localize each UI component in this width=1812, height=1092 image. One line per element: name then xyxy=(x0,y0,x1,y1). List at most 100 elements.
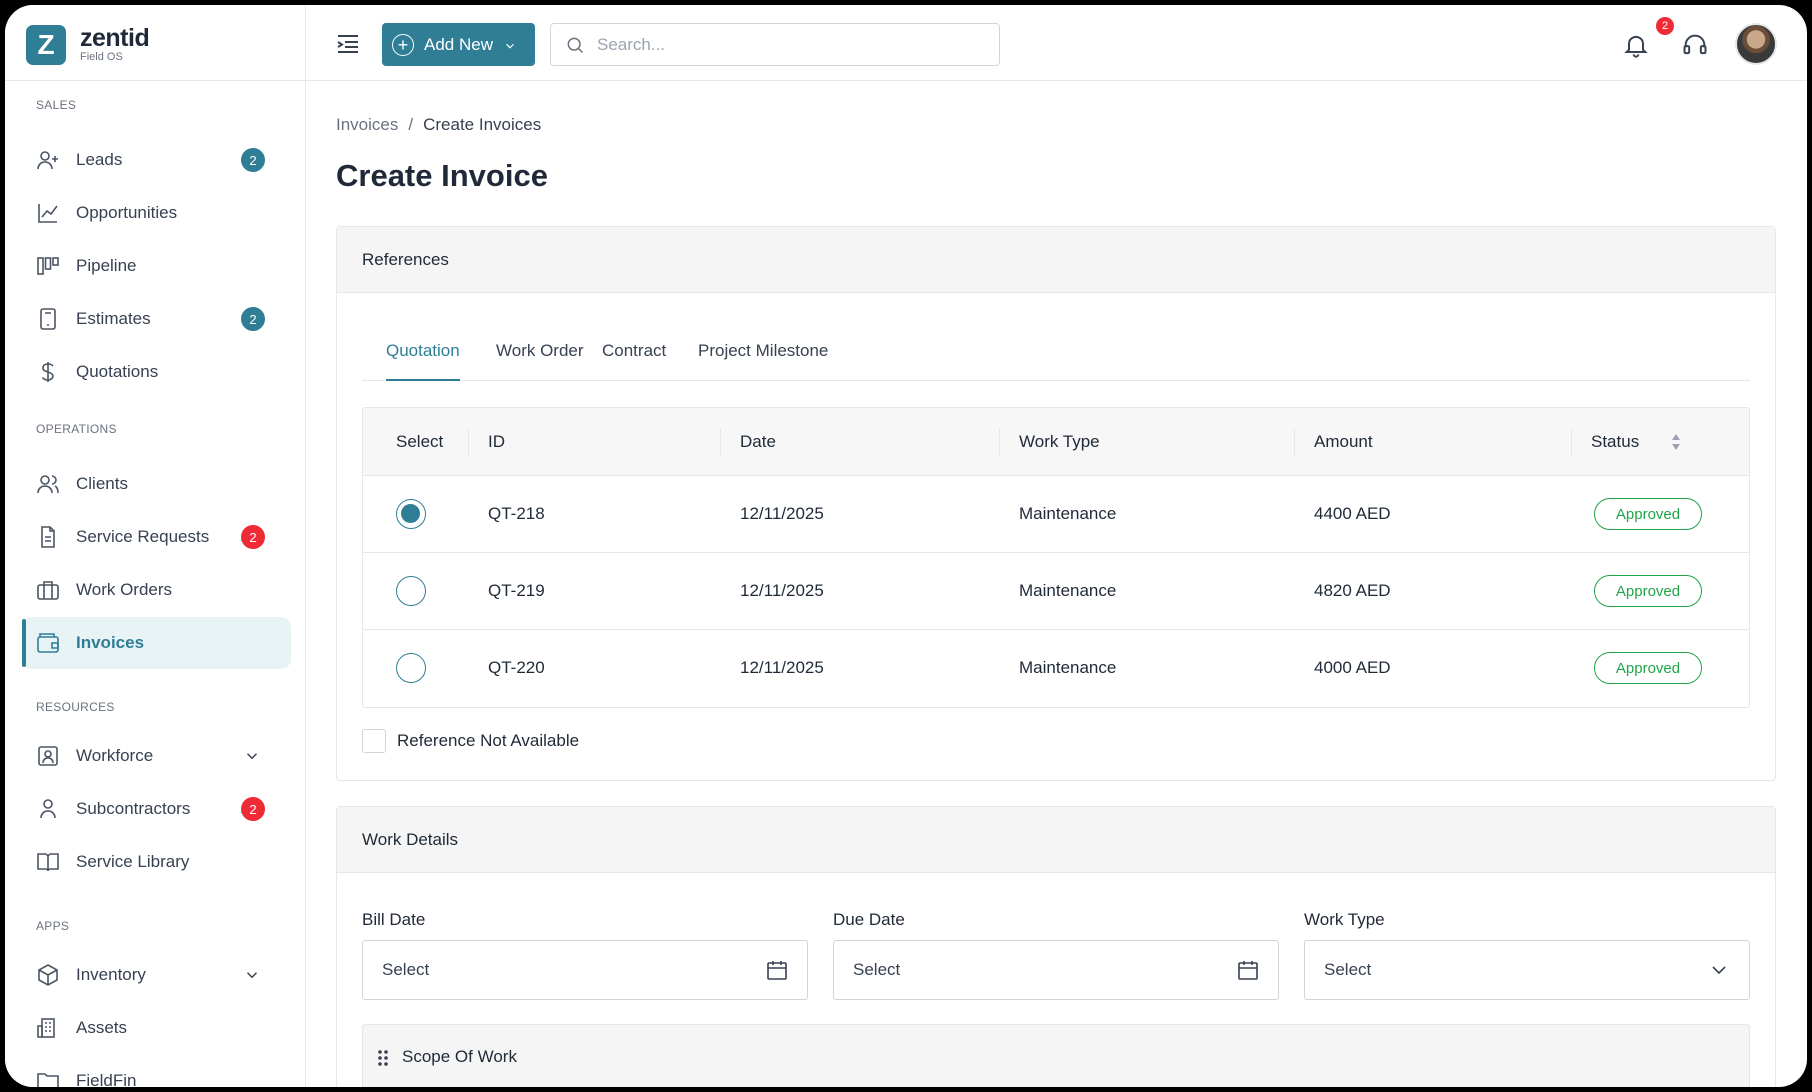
headset-icon[interactable] xyxy=(1681,31,1709,59)
sidebar-item-label: Leads xyxy=(76,150,123,169)
brand[interactable]: Z zentid Field OS xyxy=(26,23,150,67)
row-id: QT-218 xyxy=(488,504,545,523)
menu-toggle-icon[interactable] xyxy=(336,33,360,55)
building-icon xyxy=(36,1016,60,1040)
reference-not-available-toggle[interactable]: Reference Not Available xyxy=(362,729,579,753)
row-amount: 4000 AED xyxy=(1314,658,1391,677)
count-badge: 2 xyxy=(241,307,265,331)
tab-project-milestone[interactable]: Project Milestone xyxy=(698,341,828,381)
divider xyxy=(5,80,305,81)
count-badge: 2 xyxy=(241,525,265,549)
row-work-type: Maintenance xyxy=(1019,504,1117,523)
select-radio[interactable] xyxy=(396,499,426,529)
book-icon xyxy=(36,850,60,874)
status-badge: Approved xyxy=(1594,498,1702,530)
search-box xyxy=(550,23,1000,66)
row-work-type: Maintenance xyxy=(1019,581,1117,600)
sidebar-item-pipeline[interactable]: Pipeline xyxy=(22,240,291,292)
work-type-select[interactable]: Select xyxy=(1304,940,1750,1000)
sidebar-item-service-requests[interactable]: Service Requests 2 xyxy=(22,511,291,563)
row-work-type: Maintenance xyxy=(1019,658,1117,677)
sort-icon[interactable] xyxy=(1671,433,1681,456)
notification-badge: 2 xyxy=(1656,17,1674,35)
due-date-label: Due Date xyxy=(833,910,905,929)
brand-subtitle: Field OS xyxy=(80,51,123,63)
sidebar: Z zentid Field OS SALES Leads 2 Opportun… xyxy=(5,5,306,1087)
sidebar-item-fieldfin[interactable]: FieldFin xyxy=(22,1055,291,1087)
bill-date-field[interactable]: Select xyxy=(362,940,808,1000)
sidebar-item-work-orders[interactable]: Work Orders xyxy=(22,564,291,616)
calculator-icon xyxy=(36,307,60,331)
sidebar-item-label: Service Library xyxy=(76,852,190,871)
chevron-down-icon[interactable] xyxy=(243,747,261,765)
search-input[interactable] xyxy=(597,34,977,55)
sidebar-item-label: Estimates xyxy=(76,309,151,328)
tab-quotation[interactable]: Quotation xyxy=(386,341,460,381)
quotation-table: Select ID Date Work Type Amount Status Q… xyxy=(362,407,1750,708)
user-plus-icon xyxy=(36,148,60,172)
work-type-value: Select xyxy=(1324,960,1372,979)
sidebar-item-label: Pipeline xyxy=(76,256,137,275)
brand-name: zentid xyxy=(80,24,150,52)
breadcrumb: Invoices / Create Invoices xyxy=(336,115,541,135)
tab-work-order[interactable]: Work Order xyxy=(496,341,584,381)
calendar-icon[interactable] xyxy=(765,958,789,982)
tab-contract[interactable]: Contract xyxy=(602,341,666,381)
section-label-resources: RESOURCES xyxy=(36,700,115,714)
column-header: ID xyxy=(488,432,505,451)
sidebar-item-quotations[interactable]: Quotations xyxy=(22,346,291,398)
sidebar-item-label: Subcontractors xyxy=(76,799,191,818)
bell-icon[interactable] xyxy=(1622,31,1650,59)
table-row[interactable]: QT-220 12/11/2025 Maintenance 4000 AED A… xyxy=(363,630,1749,707)
row-amount: 4400 AED xyxy=(1314,504,1391,523)
sidebar-item-estimates[interactable]: Estimates 2 xyxy=(22,293,291,345)
column-header: Status xyxy=(1591,432,1640,451)
chevron-down-icon xyxy=(503,38,517,52)
sidebar-item-workforce[interactable]: Workforce xyxy=(22,730,291,782)
chevron-down-icon[interactable] xyxy=(243,966,261,984)
row-id: QT-220 xyxy=(488,658,545,677)
card-title: Work Details xyxy=(337,807,1775,873)
row-id: QT-219 xyxy=(488,581,545,600)
add-new-button[interactable]: + Add New xyxy=(382,23,535,66)
sidebar-item-clients[interactable]: Clients xyxy=(22,458,291,510)
due-date-field[interactable]: Select xyxy=(833,940,1279,1000)
column-divider xyxy=(468,428,469,456)
status-badge: Approved xyxy=(1594,575,1702,607)
drag-handle-icon[interactable] xyxy=(377,1049,389,1072)
bill-date-value: Select xyxy=(382,960,430,979)
section-label-operations: OPERATIONS xyxy=(36,422,117,436)
folder-icon xyxy=(36,1069,60,1087)
work-details-card: Work Details Bill Date Select Due Date S… xyxy=(336,806,1776,1087)
sidebar-item-label: Opportunities xyxy=(76,203,178,222)
select-radio[interactable] xyxy=(396,576,426,606)
avatar[interactable] xyxy=(1735,23,1777,65)
select-radio[interactable] xyxy=(396,653,426,683)
work-type-label: Work Type xyxy=(1304,910,1385,929)
reference-not-available-checkbox[interactable] xyxy=(362,729,386,753)
column-divider xyxy=(720,428,721,456)
column-divider xyxy=(1571,428,1572,456)
breadcrumb-link[interactable]: Invoices xyxy=(336,115,398,134)
sidebar-item-subcontractors[interactable]: Subcontractors 2 xyxy=(22,783,291,835)
add-new-label: Add New xyxy=(424,34,493,54)
table-row[interactable]: QT-219 12/11/2025 Maintenance 4820 AED A… xyxy=(363,553,1749,630)
references-card: References Quotation Work Order Contract… xyxy=(336,226,1776,781)
table-header: Select ID Date Work Type Amount Status xyxy=(363,408,1749,476)
column-divider xyxy=(999,428,1000,456)
sidebar-item-service-library[interactable]: Service Library xyxy=(22,836,291,888)
sidebar-item-label: Inventory xyxy=(76,965,146,984)
sidebar-item-opportunities[interactable]: Opportunities xyxy=(22,187,291,239)
wallet-icon xyxy=(36,631,60,655)
sidebar-item-leads[interactable]: Leads 2 xyxy=(22,134,291,186)
section-label-sales: SALES xyxy=(36,98,77,112)
sidebar-item-inventory[interactable]: Inventory xyxy=(22,949,291,1001)
breadcrumb-current: Create Invoices xyxy=(423,115,542,134)
column-header: Work Type xyxy=(1019,432,1100,451)
sidebar-item-label: Service Requests xyxy=(76,527,210,546)
trend-chart-icon xyxy=(36,201,60,225)
sidebar-item-assets[interactable]: Assets xyxy=(22,1002,291,1054)
calendar-icon[interactable] xyxy=(1236,958,1260,982)
sidebar-item-invoices[interactable]: Invoices xyxy=(22,617,291,669)
table-row[interactable]: QT-218 12/11/2025 Maintenance 4400 AED A… xyxy=(363,476,1749,553)
